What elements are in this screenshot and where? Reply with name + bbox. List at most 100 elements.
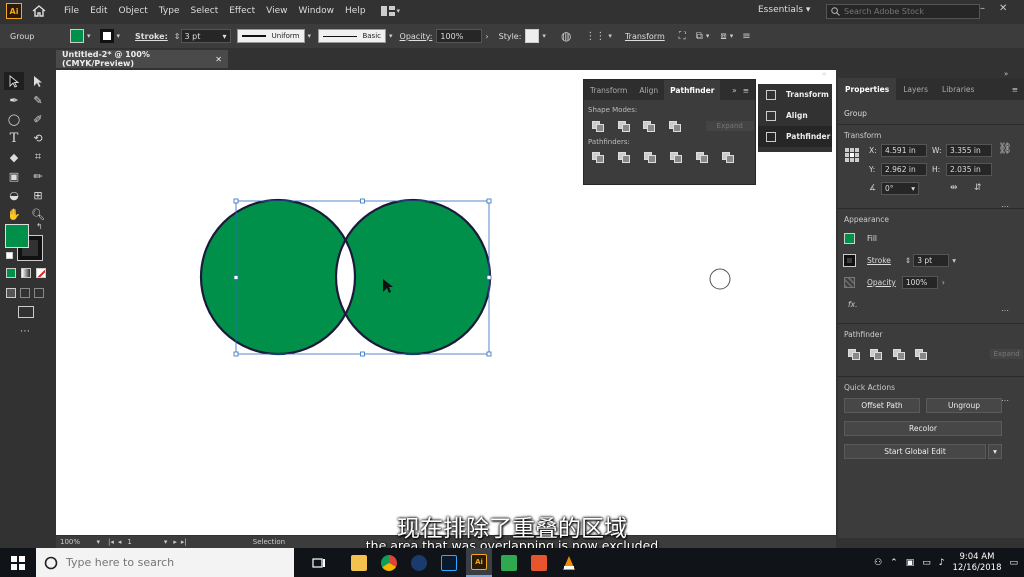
- dock-item-pathfinder[interactable]: Pathfinder: [758, 126, 832, 147]
- chevron-down-icon[interactable]: ▾: [706, 32, 710, 40]
- flip-horizontal-icon[interactable]: ⇹: [950, 183, 958, 193]
- recolor-artwork-icon[interactable]: ◍: [561, 29, 571, 43]
- chevron-down-icon[interactable]: ▾: [117, 32, 121, 40]
- minus-front-icon[interactable]: [617, 120, 630, 132]
- brush-definition[interactable]: Basic: [318, 29, 387, 43]
- bounding-box-handle[interactable]: [360, 198, 365, 204]
- minimize-icon[interactable]: –: [980, 3, 985, 14]
- bounding-box-handle[interactable]: [360, 351, 365, 357]
- minus-front-icon[interactable]: [870, 348, 883, 360]
- camtasia-icon[interactable]: [496, 548, 522, 577]
- stroke-weight-field[interactable]: 3 pt ▾: [180, 29, 231, 43]
- bounding-box-handle[interactable]: [486, 275, 492, 280]
- recolor-button[interactable]: Recolor: [844, 421, 1002, 436]
- intersect-icon[interactable]: [643, 120, 656, 132]
- people-icon[interactable]: ⚇: [874, 558, 882, 568]
- panel-menu-icon[interactable]: ≡: [743, 86, 749, 95]
- exclude-icon[interactable]: [914, 348, 927, 360]
- ungroup-button[interactable]: Ungroup: [926, 398, 1002, 413]
- graphic-style-swatch[interactable]: [525, 29, 540, 43]
- fill-color-box[interactable]: [5, 224, 29, 248]
- arrange-icon[interactable]: ⧈: [720, 31, 726, 42]
- windows-start-icon[interactable]: [0, 548, 36, 577]
- ellipse-tool-icon[interactable]: ◯: [4, 110, 24, 128]
- link-proportions-icon[interactable]: ⛓: [998, 142, 1012, 155]
- tab-libraries[interactable]: Libraries: [935, 78, 981, 100]
- draw-behind-icon[interactable]: [20, 288, 30, 298]
- x-field[interactable]: 4.591 in: [881, 144, 927, 157]
- free-transform-tool-icon[interactable]: ▣: [4, 167, 24, 185]
- rotate-tool-icon[interactable]: ⟲: [28, 129, 48, 147]
- draw-normal-icon[interactable]: [6, 288, 16, 298]
- tab-pathfinder[interactable]: Pathfinder: [664, 80, 721, 100]
- home-icon[interactable]: [32, 5, 46, 17]
- tray-app-icon[interactable]: ▣: [906, 558, 915, 568]
- direct-selection-tool-icon[interactable]: [28, 72, 48, 90]
- y-field[interactable]: 2.962 in: [881, 163, 927, 176]
- stroke-swatch[interactable]: [99, 29, 114, 43]
- illustrator-taskbar-icon[interactable]: Ai: [466, 548, 492, 577]
- stroke-label[interactable]: Stroke: [867, 256, 891, 265]
- h-field[interactable]: 2.035 in: [946, 163, 992, 176]
- photoshop-icon[interactable]: [436, 548, 462, 577]
- chevron-right-icon[interactable]: ›: [942, 278, 945, 287]
- chrome-icon[interactable]: [376, 548, 402, 577]
- workspace-switcher[interactable]: Essentials ▾: [758, 5, 810, 15]
- more-options-icon[interactable]: ⋯: [1001, 202, 1009, 211]
- volume-icon[interactable]: ♪: [939, 558, 945, 568]
- clock[interactable]: 9:04 AM 12/16/2018: [952, 552, 1001, 574]
- menu-file[interactable]: File: [64, 6, 79, 16]
- variable-width-profile[interactable]: Uniform: [236, 29, 305, 43]
- tab-transform[interactable]: Transform: [584, 80, 633, 100]
- fill-swatch[interactable]: [844, 232, 855, 244]
- more-options-icon[interactable]: ⋯: [1001, 306, 1009, 315]
- opacity-label[interactable]: Opacity: [867, 278, 896, 287]
- eyedropper-tool-icon[interactable]: ✏: [28, 167, 48, 185]
- more-tools-icon[interactable]: ⋯: [20, 326, 30, 337]
- screen-mode-icon[interactable]: [18, 306, 34, 318]
- stroke-weight-field[interactable]: 3 pt: [913, 253, 950, 267]
- stepper-icon[interactable]: ⇕: [905, 256, 911, 265]
- stock-search-input[interactable]: [844, 7, 974, 16]
- angle-field[interactable]: 0° ▾: [881, 182, 919, 195]
- panel-menu-icon[interactable]: ≡: [1012, 85, 1018, 94]
- outline-icon[interactable]: [696, 152, 708, 163]
- unite-icon[interactable]: [848, 348, 860, 360]
- transform-link[interactable]: Transform: [625, 32, 665, 41]
- artboard-tool-icon[interactable]: ⊞: [28, 186, 48, 204]
- chevron-up-icon[interactable]: ⌃: [890, 558, 898, 568]
- flip-vertical-icon[interactable]: ⇵: [974, 183, 982, 193]
- reference-point-icon[interactable]: [845, 148, 859, 162]
- document-tab[interactable]: Untitled-2* @ 100% (CMYK/Preview) ✕: [56, 50, 228, 68]
- chevron-down-icon[interactable]: ▾: [730, 32, 734, 40]
- menu-window[interactable]: Window: [299, 6, 335, 16]
- zoom-tool-icon[interactable]: 🔍︎: [28, 205, 48, 223]
- recorder-icon[interactable]: [526, 548, 552, 577]
- tab-properties[interactable]: Properties: [838, 78, 897, 100]
- vlc-icon[interactable]: [556, 548, 582, 577]
- divide-icon[interactable]: [592, 152, 604, 163]
- chevron-down-icon[interactable]: ▾: [542, 32, 546, 40]
- task-view-icon[interactable]: [306, 548, 332, 577]
- unite-icon[interactable]: [592, 120, 604, 132]
- pen-tool-icon[interactable]: ✒: [4, 91, 24, 109]
- curvature-tool-icon[interactable]: ✎: [28, 91, 48, 109]
- panel-menu-icon[interactable]: ≡: [742, 31, 750, 42]
- stepper-icon[interactable]: ⇕: [174, 32, 181, 41]
- arrange-documents-icon[interactable]: ▾: [380, 6, 403, 16]
- selection-tool-icon[interactable]: [4, 72, 24, 90]
- close-icon[interactable]: ✕: [215, 55, 222, 64]
- chevron-right-icon[interactable]: ›: [485, 32, 488, 41]
- fx-button[interactable]: fx.: [838, 295, 1024, 313]
- close-icon[interactable]: ✕: [999, 3, 1007, 14]
- dock-item-transform[interactable]: Transform: [758, 84, 832, 105]
- dock-item-align[interactable]: Align: [758, 105, 832, 126]
- type-tool-icon[interactable]: T: [4, 129, 24, 147]
- stock-search[interactable]: [826, 4, 980, 19]
- expand-button[interactable]: Expand: [989, 348, 1024, 360]
- gradient-mode-icon[interactable]: [21, 268, 31, 278]
- collapse-icon[interactable]: »: [732, 86, 737, 95]
- w-field[interactable]: 3.355 in: [946, 144, 992, 157]
- tab-layers[interactable]: Layers: [896, 78, 935, 100]
- file-explorer-icon[interactable]: [346, 548, 372, 577]
